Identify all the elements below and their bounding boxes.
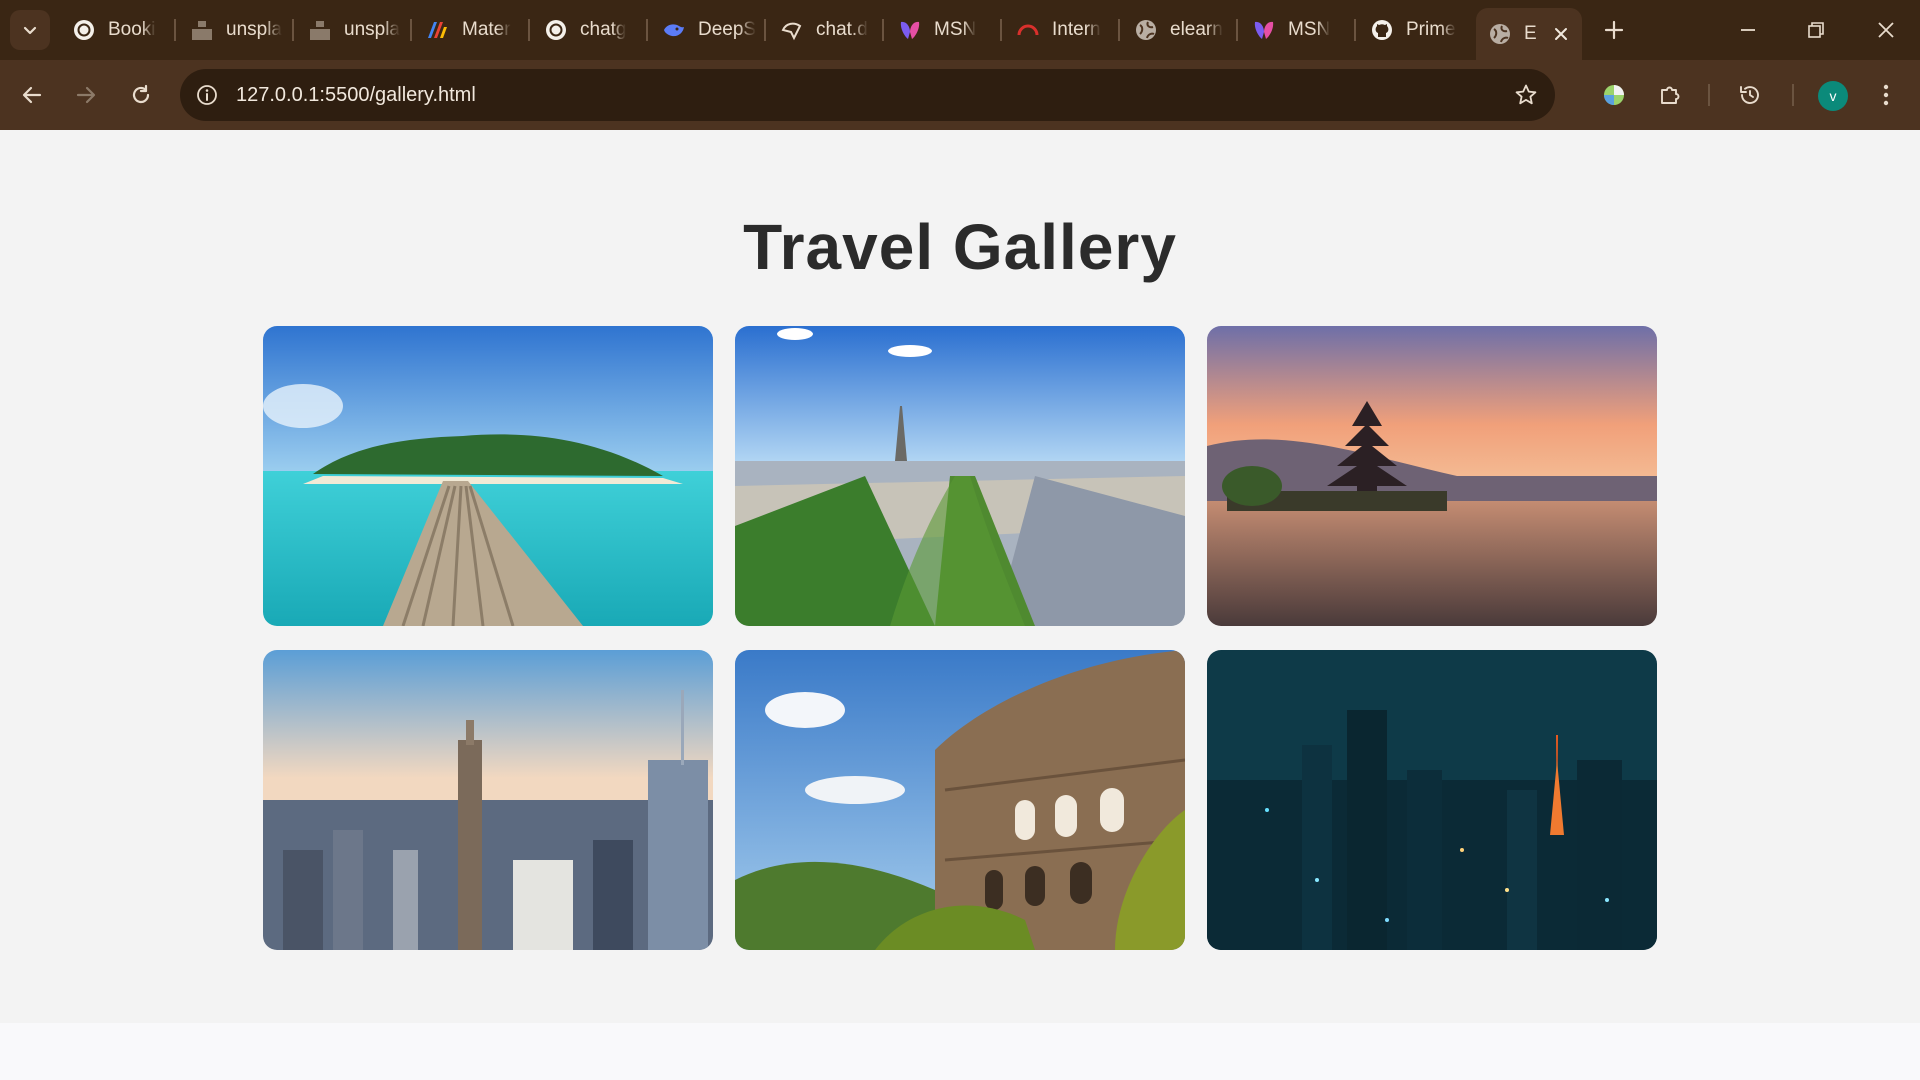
tab-divider — [882, 19, 884, 41]
restore-button[interactable] — [1782, 0, 1850, 60]
tab-divider — [646, 19, 648, 41]
tab-divider — [1118, 19, 1120, 41]
tab-unsplash-1[interactable]: unspla — [178, 10, 290, 50]
tab-divider — [174, 19, 176, 41]
tab-elearn[interactable]: elearn — [1122, 10, 1234, 50]
tab-divider — [528, 19, 530, 41]
gallery-photo-paris[interactable] — [735, 326, 1185, 626]
reload-button[interactable] — [121, 75, 161, 115]
tab-divider — [410, 19, 412, 41]
new-tab-button[interactable] — [1596, 12, 1632, 48]
page-footer-band — [0, 1023, 1920, 1080]
tab-divider — [764, 19, 766, 41]
gallery-photo-island-pier[interactable] — [263, 326, 713, 626]
minimize-button[interactable] — [1714, 0, 1782, 60]
tab-msn-1[interactable]: MSN — [886, 10, 998, 50]
msn-icon — [898, 18, 922, 42]
tab-title: E — [1524, 23, 1537, 44]
tab-search-button[interactable] — [10, 10, 50, 50]
extension-ball-icon[interactable] — [1596, 77, 1632, 113]
chatgpt-icon — [72, 18, 96, 42]
gallery-photo-new-york[interactable] — [263, 650, 713, 950]
close-icon — [1878, 22, 1894, 38]
back-button[interactable] — [12, 75, 52, 115]
tab-booking[interactable]: Booki — [60, 10, 172, 50]
minimize-icon — [1741, 29, 1755, 31]
tab-title: MSN — [1288, 19, 1331, 40]
profile-avatar[interactable]: v — [1818, 81, 1848, 111]
forward-button[interactable] — [66, 75, 106, 115]
address-bar[interactable]: 127.0.0.1:5500/gallery.html — [180, 69, 1555, 121]
deepseek-icon — [662, 18, 686, 42]
bookmark-star-icon[interactable] — [1513, 82, 1539, 108]
tab-material[interactable]: Mater — [414, 10, 526, 50]
tab-title: Prime — [1406, 19, 1456, 40]
tab-internet[interactable]: Intern — [1004, 10, 1116, 50]
tab-prime[interactable]: Prime — [1358, 10, 1470, 50]
menu-kebab-icon[interactable] — [1868, 77, 1904, 113]
arrow-left-icon — [22, 86, 42, 104]
chat-icon — [780, 18, 804, 42]
gallery-photo-colosseum[interactable] — [735, 650, 1185, 950]
chatgpt-icon — [544, 18, 568, 42]
arrow-right-icon — [76, 86, 96, 104]
gallery-grid — [263, 326, 1658, 950]
close-tab-icon[interactable] — [1550, 23, 1572, 45]
tab-title: elearn — [1170, 19, 1223, 40]
unsplash-icon — [308, 18, 332, 42]
tab-divider — [1000, 19, 1002, 41]
tab-chat-d[interactable]: chat.d — [768, 10, 880, 50]
chevron-down-icon — [23, 26, 37, 35]
tab-chatgpt[interactable]: chatg — [532, 10, 644, 50]
toolbar-divider — [1708, 84, 1710, 106]
restore-icon — [1808, 22, 1824, 38]
gallery-photo-bali-temple[interactable] — [1207, 326, 1657, 626]
tab-unsplash-2[interactable]: unspla — [296, 10, 408, 50]
plus-icon — [1604, 20, 1624, 40]
url-text[interactable]: 127.0.0.1:5500/gallery.html — [236, 69, 476, 121]
globe-icon — [1488, 22, 1512, 46]
msn-icon — [1252, 18, 1276, 42]
material-icon — [426, 18, 450, 42]
tab-gallery-active[interactable]: E — [1476, 8, 1582, 60]
tab-title: DeepS — [698, 19, 757, 40]
site-info-icon[interactable] — [194, 82, 220, 108]
tab-msn-2[interactable]: MSN — [1240, 10, 1352, 50]
extensions-puzzle-icon[interactable] — [1652, 77, 1688, 113]
tab-divider — [292, 19, 294, 41]
page-title: Travel Gallery — [743, 211, 1177, 283]
close-window-button[interactable] — [1852, 0, 1920, 60]
speed-icon — [1016, 18, 1040, 42]
toolbar-divider — [1792, 84, 1794, 106]
tab-title: unspla — [344, 19, 400, 40]
tab-title: chat.d — [816, 19, 868, 40]
gallery-photo-tokyo[interactable] — [1207, 650, 1657, 950]
tab-divider — [1236, 19, 1238, 41]
tab-title: Mater — [462, 19, 511, 40]
tab-title: Booki — [108, 19, 156, 40]
tab-title: MSN — [934, 19, 977, 40]
github-icon — [1370, 18, 1394, 42]
tab-title: unspla — [226, 19, 282, 40]
tab-title: Intern — [1052, 19, 1101, 40]
page-viewport: Travel Gallery — [0, 130, 1920, 1023]
browser-toolbar: 127.0.0.1:5500/gallery.html v — [0, 60, 1920, 130]
reload-icon — [132, 84, 150, 104]
tab-divider — [1354, 19, 1356, 41]
globe-icon — [1134, 18, 1158, 42]
tab-title: chatg — [580, 19, 627, 40]
tab-deepseek[interactable]: DeepS — [650, 10, 762, 50]
unsplash-icon — [190, 18, 214, 42]
tab-strip: Booki unspla unspla Mater chatg DeepS ch… — [0, 0, 1920, 60]
history-icon[interactable] — [1732, 77, 1768, 113]
